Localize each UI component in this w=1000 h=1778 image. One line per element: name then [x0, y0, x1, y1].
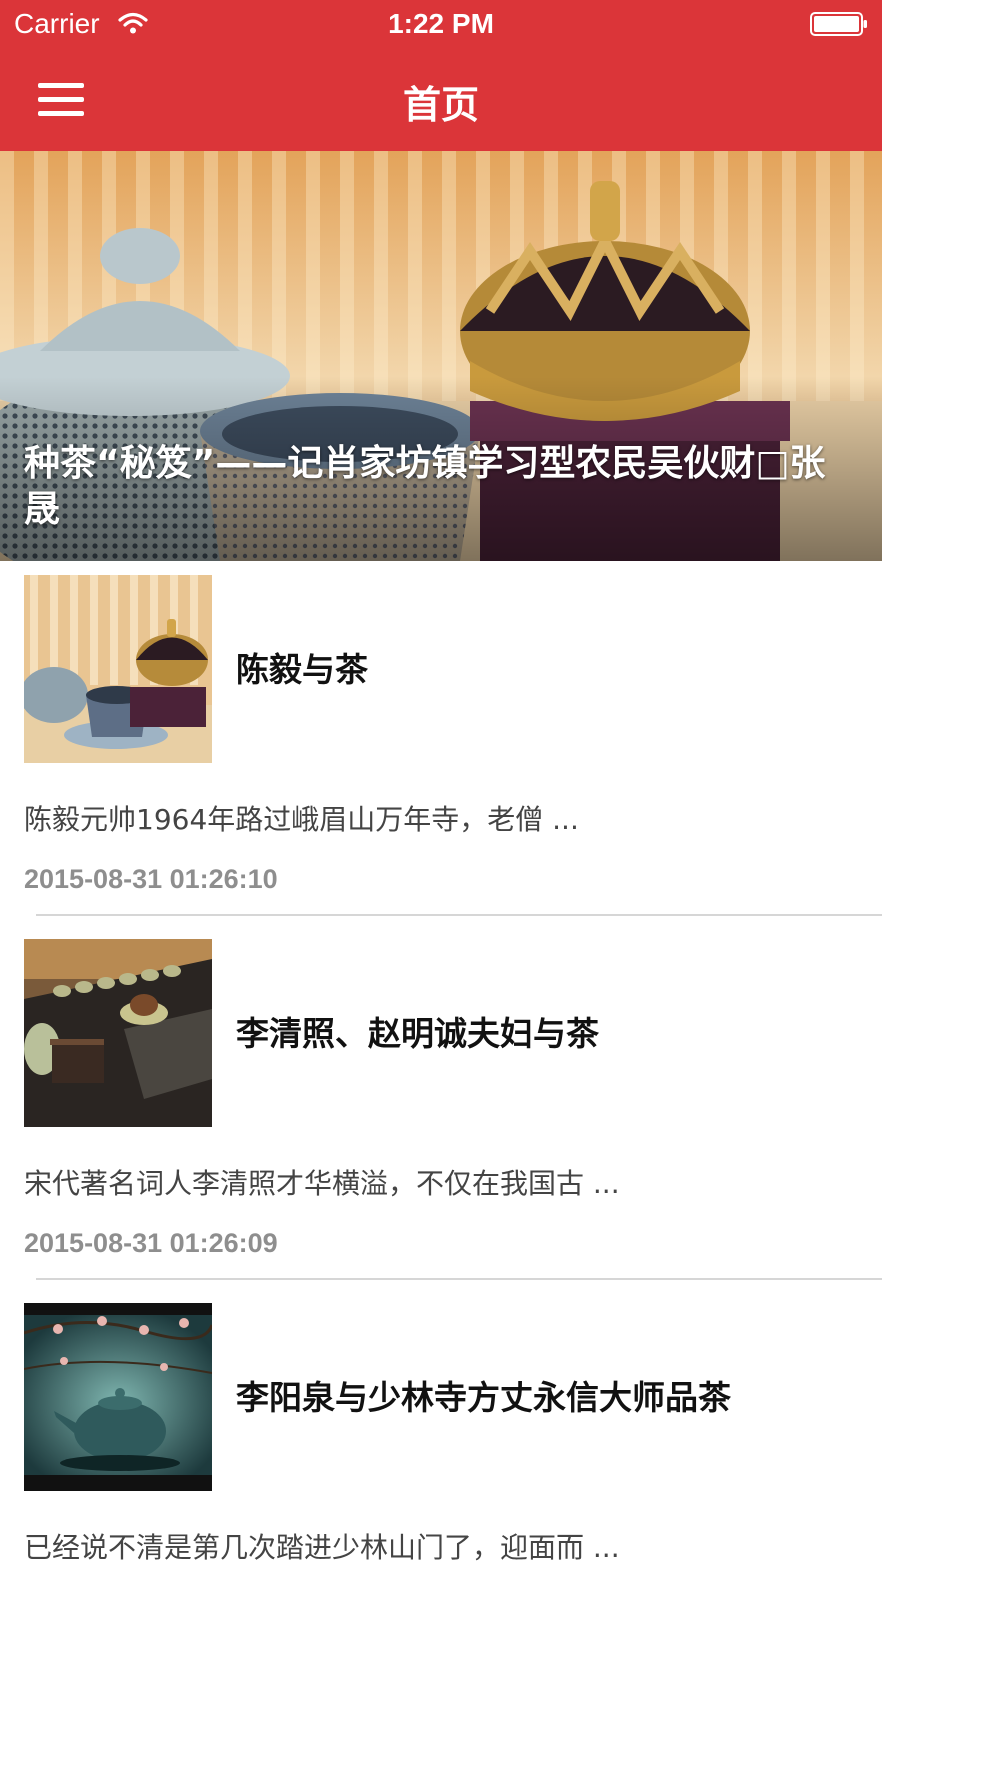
- article-title: 李阳泉与少林寺方丈永信大师品茶: [236, 1378, 731, 1417]
- article-summary: 宋代著名词人李清照才华横溢，不仅在我国古 ...: [24, 1167, 620, 1200]
- navigation-bar: 首页: [0, 50, 882, 151]
- article-summary: 已经说不清是第几次踏进少林山门了，迎面而 ...: [24, 1531, 620, 1564]
- background-strip: [882, 0, 1000, 1778]
- status-time: 1:22 PM: [388, 8, 494, 39]
- article-thumbnail: [24, 575, 212, 763]
- article-thumbnail: [24, 939, 212, 1127]
- article-thumbnail: [24, 1303, 212, 1491]
- article-item[interactable]: 李清照、赵明诚夫妇与茶 宋代著名词人李清照才华横溢，不仅在我国古 ... 201…: [0, 925, 882, 1289]
- hero-banner[interactable]: 种茶“秘笈”——记肖家坊镇学习型农民吴伙财□张晟: [0, 151, 882, 561]
- article-title: 李清照、赵明诚夫妇与茶: [236, 1014, 599, 1053]
- hero-caption: 种茶“秘笈”——记肖家坊镇学习型农民吴伙财□张晟: [24, 443, 826, 530]
- article-item[interactable]: 陈毅与茶 陈毅元帅1964年路过峨眉山万年寺，老僧 ... 2015-08-31…: [0, 561, 882, 925]
- article-list: 陈毅与茶 陈毅元帅1964年路过峨眉山万年寺，老僧 ... 2015-08-31…: [0, 561, 882, 1653]
- article-date: 2015-08-31 01:26:09: [24, 1228, 278, 1258]
- status-bar: Carrier 1:22 PM: [0, 0, 882, 50]
- divider: [36, 914, 882, 916]
- article-item[interactable]: 李阳泉与少林寺方丈永信大师品茶 已经说不清是第几次踏进少林山门了，迎面而 ...: [0, 1289, 882, 1653]
- article-title: 陈毅与茶: [236, 650, 368, 689]
- app-screen: Carrier 1:22 PM 首页 种茶“秘笈”——记肖家坊镇学习型农民吴伙财…: [0, 0, 882, 1778]
- page-title: 首页: [402, 83, 479, 127]
- battery-icon: [810, 12, 867, 36]
- divider: [36, 1278, 882, 1280]
- article-date: 2015-08-31 01:26:10: [24, 864, 278, 894]
- article-summary: 陈毅元帅1964年路过峨眉山万年寺，老僧 ...: [24, 803, 579, 836]
